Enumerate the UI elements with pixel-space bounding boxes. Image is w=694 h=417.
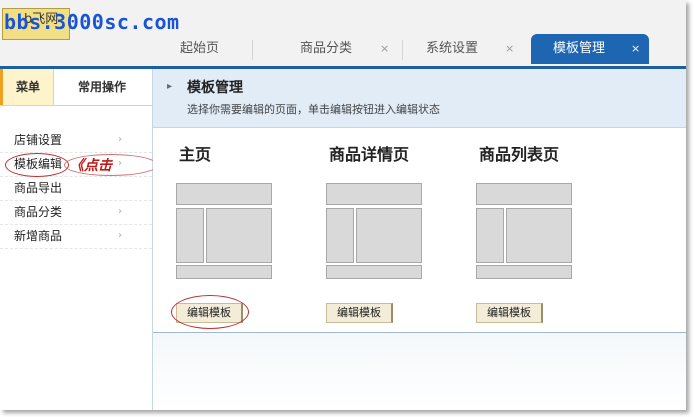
wireframe-sidebar: [476, 208, 504, 263]
sidebar-item-label: 商品导出: [14, 181, 63, 195]
sidebar-tabs: 菜单 常用操作: [0, 69, 152, 106]
tab-label: 系统设置: [426, 41, 479, 56]
wireframe-header: [476, 183, 572, 205]
close-icon[interactable]: ×: [505, 34, 514, 64]
wireframe-header: [176, 183, 272, 205]
sidebar-tab-common[interactable]: 常用操作: [62, 69, 142, 105]
wireframe-footer: [176, 265, 272, 279]
watermark: bbs.3000sc.com: [4, 10, 180, 34]
tab-category[interactable]: 商品分类 ×: [264, 34, 394, 64]
top-header: b飞网 bbs.3000sc.com 起始页 商品分类 × 系统设置 × 模板管…: [0, 0, 686, 69]
close-icon[interactable]: ×: [380, 34, 389, 64]
wireframe-body: [356, 208, 422, 263]
template-title: 商品详情页: [329, 145, 410, 164]
chevron-right-icon: ›: [118, 134, 122, 145]
edit-template-button-product-detail[interactable]: 编辑模板: [326, 303, 393, 323]
edit-template-button-product-list[interactable]: 编辑模板: [476, 303, 543, 323]
tab-label: 模板管理: [553, 41, 606, 56]
tab-label: 起始页: [180, 41, 220, 56]
main-content: ▸ 模板管理 选择你需要编辑的页面，单击编辑按钮进入编辑状态 主页 编辑模板 商…: [153, 69, 686, 410]
tab-home[interactable]: 起始页: [152, 34, 248, 64]
template-title: 主页: [179, 145, 212, 164]
sidebar-item-add-product[interactable]: 新增商品 ›: [0, 224, 152, 249]
content-footer: [153, 333, 686, 410]
wireframe-sidebar: [176, 208, 204, 263]
tab-bar: 起始页 商品分类 × 系统设置 × 模板管理 ×: [152, 34, 686, 66]
annotation-label: 《点击: [70, 158, 112, 174]
sidebar-tab-menu[interactable]: 菜单: [0, 69, 54, 105]
app-window: b飞网 bbs.3000sc.com 起始页 商品分类 × 系统设置 × 模板管…: [0, 0, 686, 410]
sidebar: 菜单 常用操作 店铺设置 › 模板编辑 › 商品导出 商品分类 › 新增商品 ›…: [0, 69, 158, 410]
tab-system-settings[interactable]: 系统设置 ×: [398, 34, 528, 64]
tab-label: 商品分类: [300, 41, 353, 56]
wireframe-footer: [326, 265, 422, 279]
wireframe-body: [206, 208, 272, 263]
tab-template-manager[interactable]: 模板管理 ×: [531, 34, 649, 64]
sidebar-item-product-category[interactable]: 商品分类 ›: [0, 200, 152, 225]
chevron-right-icon: ›: [118, 230, 122, 241]
sidebar-item-label: 商品分类: [14, 205, 63, 219]
page-title: 模板管理: [187, 80, 243, 96]
page-header: ▸ 模板管理 选择你需要编辑的页面，单击编辑按钮进入编辑状态: [153, 69, 686, 128]
wireframe-header: [326, 183, 422, 205]
sidebar-item-store-settings[interactable]: 店铺设置 ›: [0, 128, 152, 153]
sidebar-item-label: 店铺设置: [14, 133, 63, 147]
wireframe-footer: [476, 265, 572, 279]
annotation-circle: [171, 295, 249, 329]
wireframe-sidebar: [326, 208, 354, 263]
wireframe-body: [506, 208, 572, 263]
close-icon[interactable]: ×: [631, 34, 640, 64]
page-description: 选择你需要编辑的页面，单击编辑按钮进入编辑状态: [187, 103, 440, 116]
chevron-right-icon: ›: [118, 206, 122, 217]
annotation-circle: [5, 153, 69, 177]
sidebar-item-product-export[interactable]: 商品导出: [0, 176, 152, 201]
sidebar-item-label: 新增商品: [14, 229, 63, 243]
triangle-right-icon: ▸: [167, 81, 173, 92]
template-title: 商品列表页: [479, 145, 560, 164]
tab-divider: [252, 40, 253, 60]
